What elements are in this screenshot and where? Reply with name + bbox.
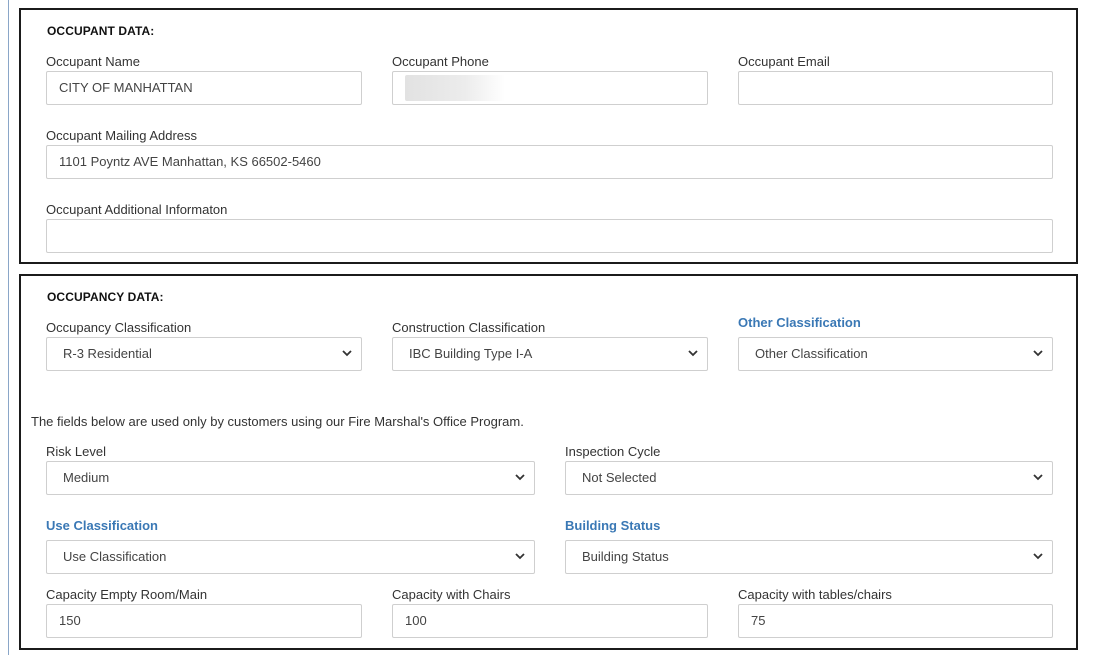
building-status-select[interactable]: Building Status <box>565 540 1053 574</box>
occupant-email-label: Occupant Email <box>738 54 830 69</box>
occupancy-data-section: OCCUPANCY DATA: Occupancy Classification… <box>19 274 1078 650</box>
inspection-cycle-select[interactable]: Not Selected <box>565 461 1053 495</box>
occupant-name-input[interactable]: CITY OF MANHATTAN <box>46 71 362 105</box>
chevron-down-icon <box>342 350 352 357</box>
building-status-value: Building Status <box>582 549 669 564</box>
occupant-mailing-label: Occupant Mailing Address <box>46 128 198 143</box>
occupant-name-label: Occupant Name <box>46 54 140 69</box>
other-classification-select[interactable]: Other Classification <box>738 337 1053 371</box>
chevron-down-icon <box>1033 553 1043 560</box>
occupancy-classification-label: Occupancy Classification <box>46 320 192 335</box>
fmo-program-note: The fields below are used only by custom… <box>31 414 524 429</box>
occupancy-section-title: OCCUPANCY DATA: <box>47 290 164 304</box>
occupant-additional-label: Occupant Additional Informaton <box>46 202 228 217</box>
occupant-additional-input[interactable] <box>46 219 1053 253</box>
redacted-phone-blur <box>405 75 505 101</box>
construction-classification-label: Construction Classification <box>392 320 546 335</box>
inspection-cycle-label: Inspection Cycle <box>565 444 661 459</box>
page-left-rail <box>8 0 9 655</box>
occupant-mailing-input[interactable]: 1101 Poyntz AVE Manhattan, KS 66502-5460 <box>46 145 1053 179</box>
use-classification-value: Use Classification <box>63 549 167 564</box>
risk-level-select[interactable]: Medium <box>46 461 535 495</box>
capacity-chairs-input[interactable]: 100 <box>392 604 708 638</box>
capacity-empty-input[interactable]: 150 <box>46 604 362 638</box>
occupant-phone-input[interactable] <box>392 71 708 105</box>
construction-classification-value: IBC Building Type I-A <box>409 346 533 361</box>
chevron-down-icon <box>515 553 525 560</box>
chevron-down-icon <box>515 474 525 481</box>
occupancy-classification-select[interactable]: R-3 Residential <box>46 337 362 371</box>
chevron-down-icon <box>688 350 698 357</box>
risk-level-value: Medium <box>63 470 110 485</box>
building-status-label: Building Status <box>565 518 661 533</box>
use-classification-select[interactable]: Use Classification <box>46 540 535 574</box>
occupancy-classification-value: R-3 Residential <box>63 346 152 361</box>
capacity-tables-label: Capacity with tables/chairs <box>738 587 892 602</box>
risk-level-label: Risk Level <box>46 444 106 459</box>
chevron-down-icon <box>1033 474 1043 481</box>
capacity-empty-label: Capacity Empty Room/Main <box>46 587 208 602</box>
occupant-phone-label: Occupant Phone <box>392 54 489 69</box>
use-classification-label: Use Classification <box>46 518 158 533</box>
occupant-email-input[interactable] <box>738 71 1053 105</box>
chevron-down-icon <box>1033 350 1043 357</box>
capacity-chairs-label: Capacity with Chairs <box>392 587 511 602</box>
capacity-tables-input[interactable]: 75 <box>738 604 1053 638</box>
occupant-data-section: OCCUPANT DATA: Occupant Name CITY OF MAN… <box>19 8 1078 264</box>
other-classification-value: Other Classification <box>755 346 868 361</box>
occupant-section-title: OCCUPANT DATA: <box>47 24 155 38</box>
construction-classification-select[interactable]: IBC Building Type I-A <box>392 337 708 371</box>
inspection-cycle-value: Not Selected <box>582 470 657 485</box>
other-classification-label: Other Classification <box>738 315 861 330</box>
